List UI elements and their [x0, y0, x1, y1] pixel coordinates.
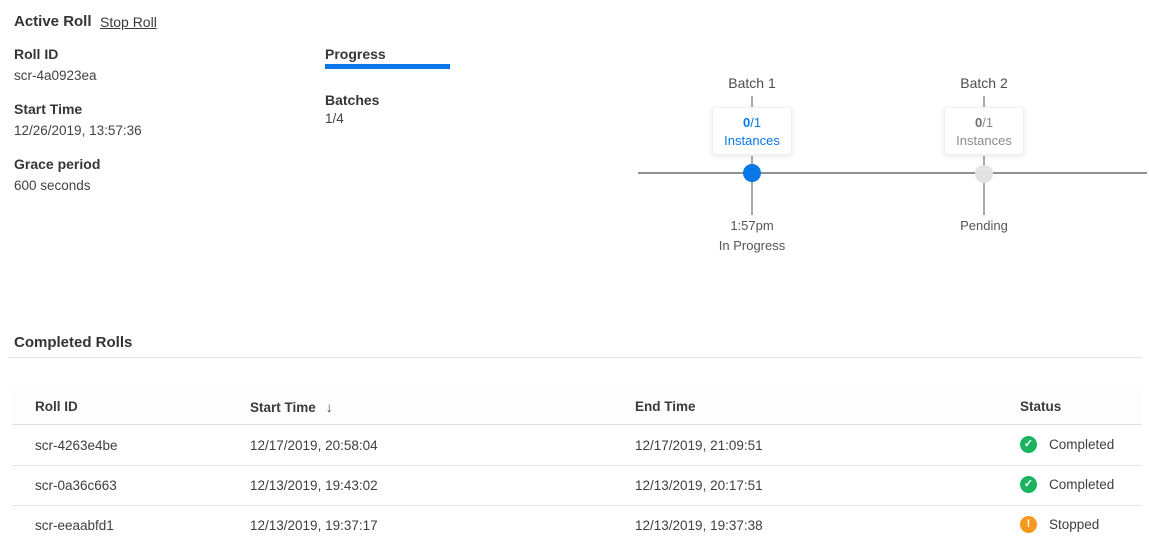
table-row: scr-eeaabfd1 12/13/2019, 19:37:17 12/13/…: [12, 506, 1142, 545]
grace-period-label: Grace period: [14, 156, 294, 172]
check-circle-icon: ✓: [1020, 436, 1037, 453]
status-badge: Completed: [1049, 477, 1114, 492]
batch1-instances-label: Instances: [713, 132, 791, 150]
roll-id-value: scr-4a0923ea: [14, 68, 294, 83]
progress-label: Progress: [325, 46, 386, 62]
cell-status: ✓ Completed: [1020, 436, 1114, 453]
batch2-status: Pending: [960, 218, 1008, 233]
column-header-roll-id[interactable]: Roll ID: [35, 399, 78, 414]
check-circle-icon: ✓: [1020, 476, 1037, 493]
grace-period-value: 600 seconds: [14, 178, 294, 193]
batch2-instances-card[interactable]: 0/1 Instances: [944, 107, 1024, 155]
active-roll-page: Active Roll Stop Roll Roll ID scr-4a0923…: [0, 0, 1149, 545]
sort-descending-icon: ↓: [326, 399, 333, 415]
cell-end-time: 12/13/2019, 19:37:38: [635, 518, 763, 533]
batch2-instance-count: 0/1: [945, 114, 1023, 132]
timeline-track: [638, 172, 1147, 174]
start-time-label: Start Time: [14, 101, 294, 117]
section-divider: [8, 357, 1142, 358]
batch1-name: Batch 1: [728, 75, 775, 91]
column-header-end-time[interactable]: End Time: [635, 399, 696, 414]
status-badge: Completed: [1049, 437, 1114, 452]
roll-id-field: Roll ID scr-4a0923ea: [14, 46, 294, 83]
batch2-instances-label: Instances: [945, 132, 1023, 150]
batch1-time: 1:57pm: [730, 218, 773, 233]
batch1-timeline-dot: [743, 164, 761, 182]
batches-value: 1/4: [325, 111, 344, 126]
cell-start-time: 12/13/2019, 19:37:17: [250, 518, 378, 533]
column-header-start-time[interactable]: Start Time↓: [250, 399, 333, 415]
cell-status: ! Stopped: [1020, 516, 1099, 533]
column-header-status[interactable]: Status: [1020, 399, 1061, 414]
batch1-instances-card[interactable]: 0/1 Instances: [712, 107, 792, 155]
batch1-status: In Progress: [719, 238, 785, 253]
cell-end-time: 12/17/2019, 21:09:51: [635, 438, 763, 453]
cell-roll-id: scr-0a36c663: [35, 478, 117, 493]
table-row: scr-0a36c663 12/13/2019, 19:43:02 12/13/…: [12, 466, 1142, 506]
batch2-connector-top: [983, 96, 985, 107]
progress-bar: [325, 64, 450, 69]
batch1-instance-count: 0/1: [713, 114, 791, 132]
batch2-timeline-dot: [975, 165, 993, 183]
batch1-connector-top: [751, 96, 753, 107]
roll-id-label: Roll ID: [14, 46, 294, 62]
completed-rolls-title: Completed Rolls: [14, 334, 132, 351]
exclamation-circle-icon: !: [1020, 516, 1037, 533]
start-time-field: Start Time 12/26/2019, 13:57:36: [14, 101, 294, 138]
cell-start-time: 12/13/2019, 19:43:02: [250, 478, 378, 493]
table-row: scr-4263e4be 12/17/2019, 20:58:04 12/17/…: [12, 426, 1142, 466]
grace-period-field: Grace period 600 seconds: [14, 156, 294, 193]
cell-start-time: 12/17/2019, 20:58:04: [250, 438, 378, 453]
cell-roll-id: scr-eeaabfd1: [35, 518, 114, 533]
cell-roll-id: scr-4263e4be: [35, 438, 118, 453]
start-time-value: 12/26/2019, 13:57:36: [14, 123, 294, 138]
batch2-name: Batch 2: [960, 75, 1007, 91]
stop-roll-link[interactable]: Stop Roll: [100, 14, 157, 30]
cell-status: ✓ Completed: [1020, 476, 1114, 493]
batches-label: Batches: [325, 92, 379, 108]
status-badge: Stopped: [1049, 517, 1099, 532]
cell-end-time: 12/13/2019, 20:17:51: [635, 478, 763, 493]
active-roll-title: Active Roll: [14, 13, 92, 30]
table-header-row: Roll ID Start Time↓ End Time Status: [12, 386, 1142, 425]
